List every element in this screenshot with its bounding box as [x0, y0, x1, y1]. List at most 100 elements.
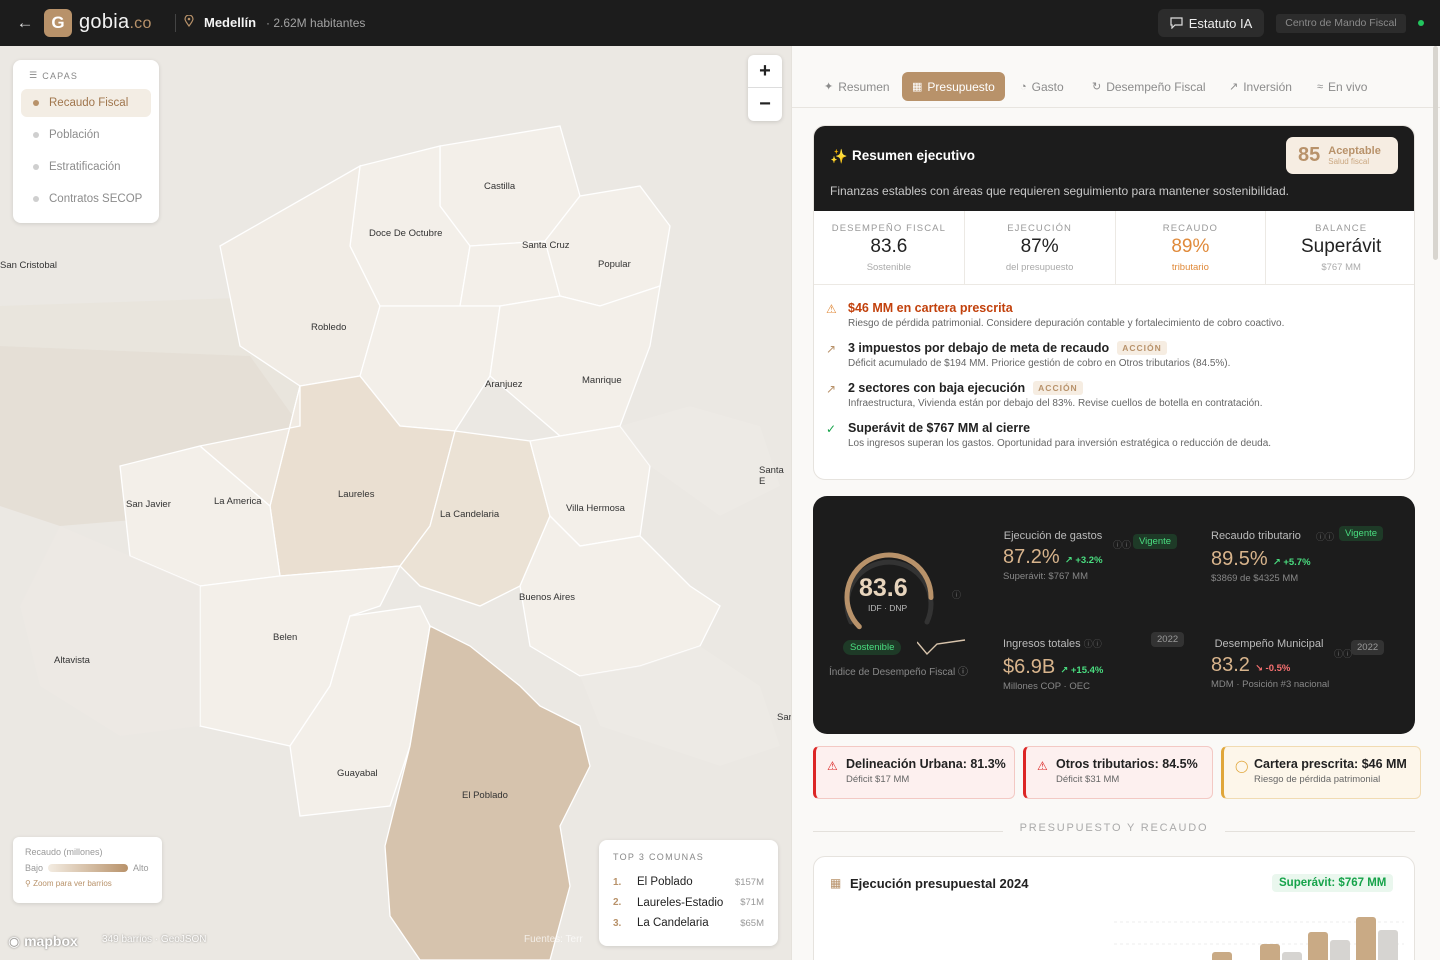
- alert-title: $46 MM en cartera prescrita: [848, 301, 1406, 315]
- alert-item[interactable]: ✓ Superávit de $767 MM al cierre Los ing…: [826, 421, 1406, 449]
- metric-sub: Millones COP · OEC: [1003, 681, 1090, 692]
- layers-panel: ☰ CAPAS Recaudo Fiscal Población Estratif…: [13, 60, 159, 223]
- warning-card-title: Otros tributarios: 84.5%: [1056, 757, 1198, 771]
- trend-up-icon: ↗: [826, 342, 837, 356]
- legend-scale: Bajo Alto: [25, 863, 150, 873]
- map-label-santa-elena: Santa E: [759, 465, 784, 487]
- alert-title-text: 3 impuestos por debajo de meta de recaud…: [848, 341, 1110, 355]
- check-circle-icon: ✓: [826, 422, 837, 436]
- tab-label: Gasto: [1031, 79, 1064, 94]
- alert-item[interactable]: ↗ 2 sectores con baja ejecución ACCIÓN In…: [826, 381, 1406, 409]
- tab-resumen[interactable]: ✦ Resumen: [814, 72, 900, 101]
- map-label-el-poblado: El Poblado: [462, 790, 508, 801]
- metric-value: $6.9B: [1003, 656, 1056, 678]
- layers-title: ☰ CAPAS: [29, 70, 151, 81]
- info-icon[interactable]: ⓘ: [958, 667, 968, 678]
- metric-label: Ingresos totales: [1003, 638, 1081, 650]
- health-score: 85: [1298, 144, 1321, 166]
- alert-desc: Infraestructura, Vivienda están por deba…: [848, 398, 1263, 409]
- map-label-la-candelaria: La Candelaria: [440, 509, 500, 520]
- metric-sub: MDM · Posición #3 nacional: [1211, 679, 1330, 690]
- info-icon[interactable]: ⓘⓘ: [1113, 538, 1131, 551]
- exec-header: ✨ Resumen ejecutivo Finanzas estables co…: [814, 126, 1414, 211]
- layer-poblacion[interactable]: Población: [21, 121, 151, 149]
- top3-value: $71M: [740, 897, 764, 909]
- metric-delta-text: +15.4%: [1070, 665, 1104, 676]
- kpi-sub: Sostenible: [866, 262, 912, 273]
- map-pin-icon: [184, 15, 194, 27]
- tab-inversion[interactable]: ↗ Inversión: [1219, 72, 1302, 101]
- info-icon[interactable]: ⓘⓘ: [1316, 530, 1334, 543]
- metric-ingresos-totales: Ingresos totales ⓘⓘ $6.9B ↗ +15.4% Millon…: [1003, 636, 1163, 692]
- tab-desempeno-fiscal[interactable]: ↻ Desempeño Fiscal: [1082, 72, 1216, 101]
- map-legend: Recaudo (millones) Bajo Alto ⚲ Zoom para…: [13, 837, 162, 903]
- alert-item[interactable]: ⚠ $46 MM en cartera prescrita Riesgo de …: [826, 301, 1406, 329]
- map-label-san-javier: San Javier: [126, 499, 171, 510]
- map-label-villa-hermosa: Villa Hermosa: [566, 503, 625, 514]
- back-arrow-icon[interactable]: ←: [16, 13, 34, 33]
- metric-label: Desempeño Municipal: [1214, 638, 1324, 650]
- metric-value: 87.2%: [1003, 546, 1060, 568]
- info-icon[interactable]: ⓘⓘ: [1084, 639, 1102, 649]
- bar: [1378, 930, 1398, 960]
- metric-label: Ejecución de gastos: [1003, 530, 1103, 542]
- health-sub: Salud fiscal: [1328, 157, 1370, 166]
- vigente-badge: Vigente: [1133, 534, 1178, 549]
- bar: [1308, 932, 1328, 960]
- legend-zoom-hint: ⚲ Zoom para ver barrios: [25, 879, 150, 888]
- warning-card-cartera-prescrita[interactable]: ◯ Cartera prescrita: $46 MM Riesgo de pé…: [1221, 746, 1421, 799]
- map-label-castilla: Castilla: [484, 181, 516, 192]
- brand-logo[interactable]: gobia.co: [79, 11, 152, 34]
- budget-bar-preview: [1114, 917, 1404, 960]
- warning-triangle-icon: ⚠: [827, 759, 838, 773]
- panel-scrollbar[interactable]: [1433, 46, 1438, 260]
- live-status-dot: [1418, 20, 1424, 26]
- layer-dot: [33, 196, 39, 202]
- health-score-badge[interactable]: 85 Aceptable Salud fiscal: [1286, 137, 1398, 174]
- top3-name: El Poblado: [637, 876, 693, 889]
- city-name[interactable]: Medellín: [204, 15, 256, 30]
- kpi-sub: $767 MM: [1321, 262, 1361, 273]
- tab-label: Presupuesto: [927, 79, 995, 94]
- alerts-list: ⚠ $46 MM en cartera prescrita Riesgo de …: [826, 301, 1406, 461]
- tab-en-vivo[interactable]: ≈ En vivo: [1307, 72, 1377, 101]
- top3-value: $65M: [740, 917, 764, 929]
- estatuto-ia-button[interactable]: Estatuto IA: [1158, 9, 1264, 37]
- map-label-belen: Belen: [273, 632, 298, 643]
- alert-title: Superávit de $767 MM al cierre: [848, 421, 1406, 435]
- tab-presupuesto[interactable]: ▦ Presupuesto: [902, 72, 1005, 101]
- zoom-control: + −: [748, 55, 782, 121]
- legend-high: Alto: [133, 863, 149, 873]
- zoom-out-button[interactable]: −: [748, 88, 782, 121]
- top3-row[interactable]: 1. El Poblado $157M: [613, 872, 764, 893]
- trend-icon: ↗: [1229, 81, 1239, 93]
- bar: [1356, 917, 1376, 960]
- map-label-manrique: Manrique: [582, 375, 622, 386]
- alert-item[interactable]: ↗ 3 impuestos por debajo de meta de reca…: [826, 341, 1406, 369]
- warning-card-otros-tributarios[interactable]: ⚠ Otros tributarios: 84.5% Déficit $31 M…: [1023, 746, 1213, 799]
- warning-card-delineacion[interactable]: ⚠ Delineación Urbana: 81.3% Déficit $17 …: [813, 746, 1015, 799]
- map-label-aranjuez: Aranjuez: [485, 379, 523, 390]
- tab-gasto[interactable]: ◔ Gasto: [1010, 72, 1074, 101]
- top3-row[interactable]: 3. La Candelaria $65M: [613, 913, 764, 934]
- info-icon[interactable]: ⓘⓘ: [1334, 647, 1352, 660]
- layer-contratos-secop[interactable]: Contratos SECOP: [21, 185, 151, 213]
- alert-title-text: $46 MM en cartera prescrita: [848, 301, 1013, 315]
- logo-icon: G: [44, 9, 72, 37]
- warning-triangle-icon: ⚠: [826, 302, 837, 316]
- layer-estratificacion[interactable]: Estratificación: [21, 153, 151, 181]
- idf-sparkline: [917, 639, 966, 656]
- top3-row[interactable]: 2. Laureles-Estadio $71M: [613, 893, 764, 914]
- metric-value: 89.5%: [1211, 548, 1268, 570]
- metric-label-row: Ingresos totales ⓘⓘ: [1003, 636, 1163, 652]
- info-icon[interactable]: ⓘ: [952, 588, 961, 601]
- top3-rank: 2.: [613, 897, 622, 909]
- zoom-in-button[interactable]: +: [748, 55, 782, 88]
- top3-name: Laureles-Estadio: [637, 896, 724, 909]
- layer-recaudo-fiscal[interactable]: Recaudo Fiscal: [21, 89, 151, 117]
- executive-summary-card: ✨ Resumen ejecutivo Finanzas estables co…: [813, 125, 1415, 480]
- mapbox-attribution-logo[interactable]: ◉ mapbox: [8, 933, 78, 950]
- centro-mando-button[interactable]: Centro de Mando Fiscal: [1276, 14, 1406, 33]
- sparkle-icon: ✦: [824, 81, 834, 93]
- alert-desc: Riesgo de pérdida patrimonial. Considere…: [848, 318, 1285, 329]
